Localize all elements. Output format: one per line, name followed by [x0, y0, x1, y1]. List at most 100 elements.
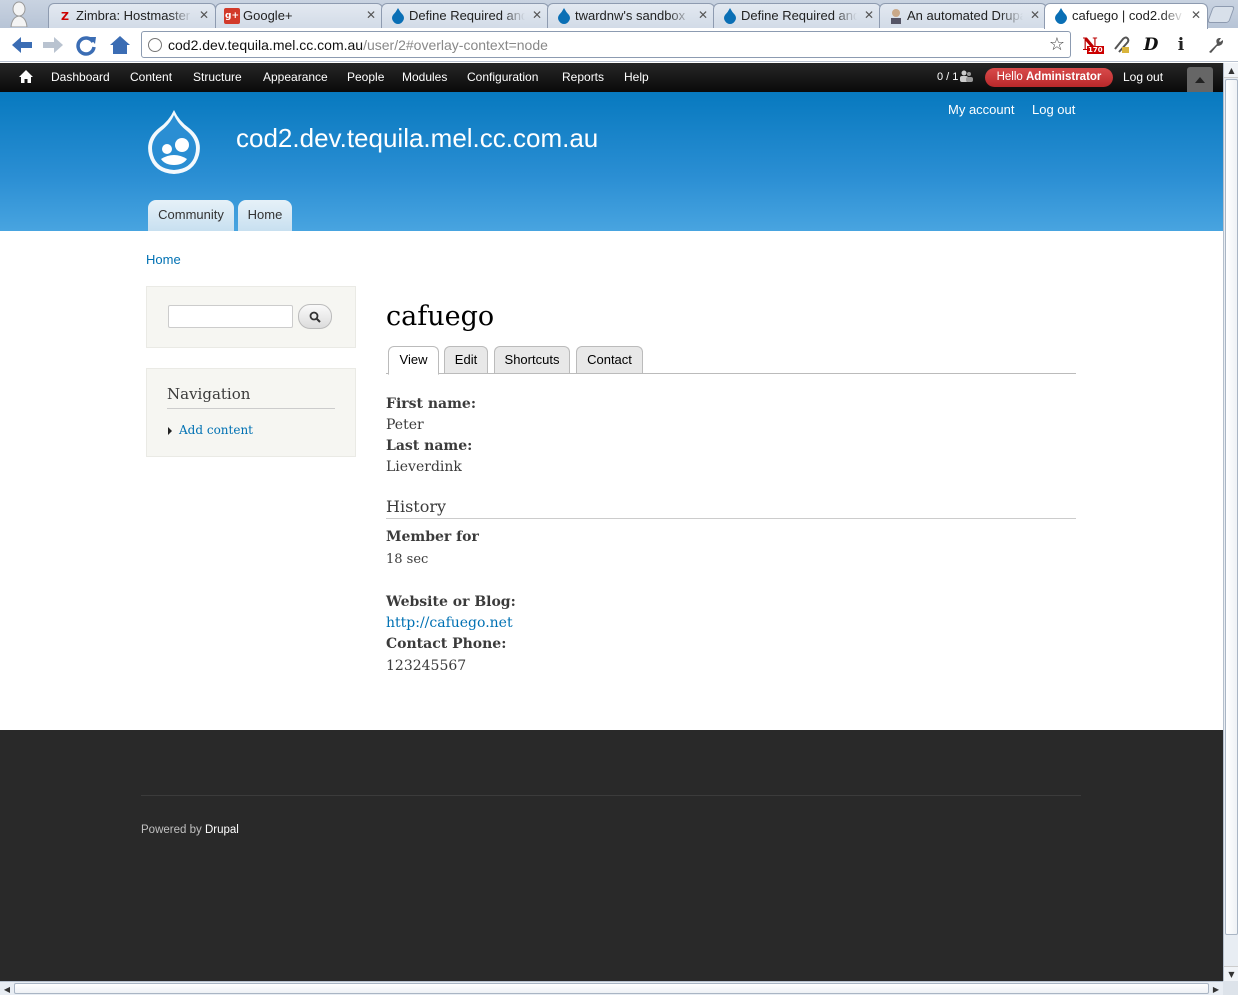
tab-close-icon[interactable]: ✕: [199, 8, 209, 22]
admin-menu-people[interactable]: People: [347, 70, 384, 84]
tab-title: Define Required and: [741, 8, 857, 23]
tab-close-icon[interactable]: ✕: [1030, 8, 1040, 22]
paperclip-extension-button[interactable]: [1110, 34, 1132, 56]
hello-username: Administrator: [1026, 71, 1102, 83]
browser-tab-google-plus[interactable]: g+ Google+ ✕: [215, 3, 383, 28]
browser-tab-define-required-1[interactable]: Define Required and ✕: [381, 3, 549, 28]
drupal-icon: [390, 8, 406, 24]
browser-tab-zimbra[interactable]: Z Zimbra: Hostmaster ✕: [48, 3, 216, 28]
navigation-divider: [167, 408, 335, 409]
info-icon: i: [1177, 35, 1185, 55]
forward-button[interactable]: [40, 32, 66, 58]
member-for-label: Member for: [386, 529, 479, 545]
my-account-link[interactable]: My account: [948, 102, 1014, 117]
reload-icon: [76, 36, 96, 56]
bookmark-star-icon[interactable]: ☆: [1049, 34, 1065, 55]
google-plus-icon: g+: [224, 8, 240, 24]
d-extension-icon: D: [1143, 35, 1159, 55]
first-name-label: First name:: [386, 396, 476, 412]
main-menu-community[interactable]: Community: [148, 200, 234, 231]
tab-title: Zimbra: Hostmaster: [76, 8, 191, 23]
header-logout-link[interactable]: Log out: [1032, 102, 1075, 117]
tab-edit[interactable]: Edit: [444, 346, 488, 373]
browser-tab-twardnw-sandbox[interactable]: twardnw's sandbox ✕: [547, 3, 715, 28]
zimbra-icon: Z: [61, 9, 69, 23]
admin-menu-appearance[interactable]: Appearance: [263, 70, 328, 84]
breadcrumb-home[interactable]: Home: [146, 252, 181, 267]
admin-logout-link[interactable]: Log out: [1123, 70, 1163, 84]
browser-tab-cafuego[interactable]: cafuego | cod2.dev ✕: [1044, 3, 1208, 29]
horizontal-scroll-thumb[interactable]: [14, 983, 1209, 994]
horizontal-scrollbar[interactable]: ◀ ▶: [0, 981, 1223, 995]
website-label: Website or Blog:: [386, 594, 516, 610]
drupal-logo-icon[interactable]: [143, 107, 205, 177]
navigation-title: Navigation: [167, 385, 251, 403]
admin-home-icon[interactable]: [19, 70, 33, 84]
search-input[interactable]: [168, 305, 293, 328]
tab-close-icon[interactable]: ✕: [366, 8, 376, 22]
settings-wrench-button[interactable]: [1205, 34, 1227, 56]
website-link[interactable]: http://cafuego.net: [386, 615, 513, 631]
info-extension-button[interactable]: i: [1170, 34, 1192, 56]
admin-menu-dashboard[interactable]: Dashboard: [51, 70, 110, 84]
tab-close-icon[interactable]: ✕: [1191, 8, 1201, 22]
url-path: /user/2#overlay-context=node: [363, 37, 548, 53]
scroll-up-icon[interactable]: ▲: [1224, 63, 1238, 78]
browser-toolbar: cod2.dev.tequila.mel.cc.com.au/user/2#ov…: [0, 28, 1238, 62]
tab-title: twardnw's sandbox: [575, 8, 686, 23]
tab-view[interactable]: View: [388, 346, 439, 375]
tab-close-icon[interactable]: ✕: [698, 8, 708, 22]
address-bar[interactable]: cod2.dev.tequila.mel.cc.com.au/user/2#ov…: [141, 31, 1071, 58]
admin-menu-structure[interactable]: Structure: [193, 70, 242, 84]
online-user-count: 0 / 1: [937, 70, 974, 83]
browser-tab-define-required-2[interactable]: Define Required and ✕: [713, 3, 881, 28]
site-name[interactable]: cod2.dev.tequila.mel.cc.com.au: [236, 123, 598, 154]
drupal-icon: [556, 8, 572, 24]
admin-menu-reports[interactable]: Reports: [562, 70, 604, 84]
powered-by-text: Powered by: [141, 824, 205, 836]
navigation-block: Navigation Add content: [146, 368, 356, 457]
users-icon: [960, 70, 974, 82]
admin-menu-modules[interactable]: Modules: [402, 70, 447, 84]
admin-menu-help[interactable]: Help: [624, 70, 649, 84]
main-content: Home Navigation Add content cafuego View…: [0, 231, 1223, 730]
history-heading: History: [386, 497, 447, 516]
reload-button[interactable]: [73, 32, 99, 58]
notifications-extension-button[interactable]: N 170: [1079, 34, 1104, 56]
member-for-value: 18 sec: [386, 552, 429, 567]
main-menu-home[interactable]: Home: [238, 200, 292, 231]
tab-close-icon[interactable]: ✕: [864, 8, 874, 22]
new-tab-button[interactable]: [1206, 6, 1236, 23]
shortcut-toggle-button[interactable]: [1187, 67, 1213, 92]
hello-prefix: Hello: [996, 71, 1026, 83]
search-button[interactable]: [298, 304, 332, 329]
admin-menu-content[interactable]: Content: [130, 70, 172, 84]
tab-title: Google+: [243, 8, 293, 23]
scroll-down-icon[interactable]: ▼: [1224, 966, 1238, 981]
browser-tab-automated-drupal[interactable]: An automated Drupal ✕: [879, 3, 1047, 28]
scroll-right-icon[interactable]: ▶: [1209, 982, 1223, 996]
back-button[interactable]: [9, 32, 35, 58]
drupal-link[interactable]: Drupal: [205, 824, 239, 836]
admin-menu-configuration[interactable]: Configuration: [467, 70, 538, 84]
tab-close-icon[interactable]: ✕: [532, 8, 542, 22]
tab-strip: Z Zimbra: Hostmaster ✕ g+ Google+ ✕ Defi…: [0, 0, 1238, 29]
d-extension-button[interactable]: D: [1140, 34, 1162, 56]
last-name-value: Lieverdink: [386, 459, 462, 475]
hello-user-badge[interactable]: Hello Administrator: [985, 68, 1113, 87]
site-footer: Powered by Drupal: [0, 730, 1223, 981]
avatar-icon: [888, 8, 904, 24]
vertical-scroll-thumb[interactable]: [1225, 79, 1238, 935]
nav-add-content-link[interactable]: Add content: [179, 423, 253, 437]
wrench-icon: [1209, 38, 1223, 53]
tab-shortcuts[interactable]: Shortcuts: [494, 346, 570, 373]
home-icon: [110, 36, 130, 54]
page-title: cafuego: [386, 301, 495, 332]
tab-title: An automated Drupal: [907, 8, 1023, 23]
tab-contact[interactable]: Contact: [576, 346, 643, 373]
vertical-scrollbar[interactable]: ▲ ▼: [1223, 63, 1238, 981]
scroll-left-icon[interactable]: ◀: [0, 982, 14, 996]
home-button[interactable]: [107, 32, 133, 58]
forward-arrow-icon: [43, 37, 63, 53]
url-text[interactable]: cod2.dev.tequila.mel.cc.com.au/user/2#ov…: [168, 37, 548, 53]
